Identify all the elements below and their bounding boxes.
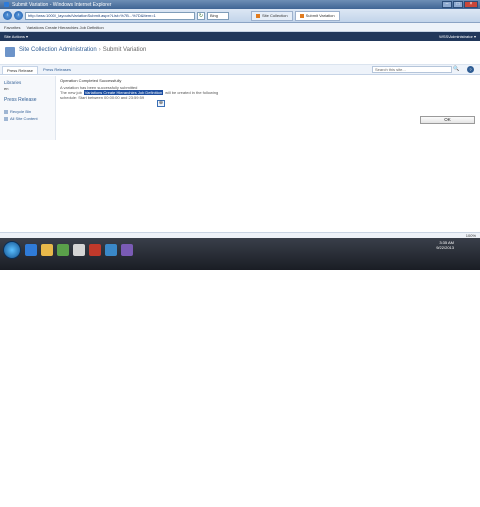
favorites-bar: Favorites Variations Create Hierarchies … xyxy=(0,23,480,32)
quick-launch-section[interactable]: Press Release xyxy=(4,97,51,103)
sharepoint-ribbon-bar: Site Actions ▾ WSS\Administrator ▾ xyxy=(0,32,480,41)
browser-toolbar: ‹ › http://wss:1000/_layouts/VariationSu… xyxy=(0,9,480,23)
start-button[interactable] xyxy=(3,241,21,259)
maximize-button[interactable]: □ xyxy=(453,1,463,8)
context-action-icon[interactable]: ⊕ xyxy=(157,100,165,107)
site-search-input[interactable]: Search this site... xyxy=(372,66,452,73)
breadcrumb-current: Submit Variation xyxy=(102,47,147,53)
main-content: Operation Completed Successfully A varia… xyxy=(60,78,220,118)
all-site-content-link[interactable]: All Site Content xyxy=(4,116,51,121)
site-logo-icon xyxy=(5,47,15,57)
explorer-icon[interactable] xyxy=(41,244,53,256)
tab-icon xyxy=(299,13,304,18)
app-icon[interactable] xyxy=(57,244,69,256)
app-icon[interactable] xyxy=(73,244,85,256)
window-title: Submit Variation - Windows Internet Expl… xyxy=(12,1,112,8)
page-title: Site Collection Administration › Submit … xyxy=(19,47,146,53)
system-tray-clock[interactable]: 3:35 AM 9/22/2013 xyxy=(436,240,454,250)
refresh-icon[interactable]: ↻ xyxy=(197,11,205,20)
close-button[interactable]: × xyxy=(464,1,478,8)
taskbar: 3:35 AM 9/22/2013 By ikiswani@live.com xyxy=(0,238,480,507)
top-nav: Press Release Press Releases Search this… xyxy=(0,65,480,75)
quick-launch-heading[interactable]: Libraries xyxy=(4,80,51,85)
sharepoint-header: Site Collection Administration › Submit … xyxy=(0,41,480,65)
address-bar[interactable]: http://wss:1000/_layouts/VariationSubmit… xyxy=(25,11,195,20)
ie-taskbar-icon[interactable] xyxy=(25,244,37,256)
recycle-bin-icon xyxy=(4,109,8,114)
quick-launch: Libraries en Press Release Recycle Bin A… xyxy=(0,76,56,140)
watermark-text: By ikiswani@live.com xyxy=(130,483,372,507)
app-icon[interactable] xyxy=(89,244,101,256)
result-line-3: schedule: Start between 00:00:00 and 23:… xyxy=(60,95,145,100)
help-icon[interactable]: ? xyxy=(467,66,474,73)
browser-tab-site-collection[interactable]: Site Collection xyxy=(251,10,293,21)
search-icon[interactable]: 🔍 xyxy=(453,66,459,73)
breadcrumb-root[interactable]: Site Collection Administration xyxy=(19,47,97,53)
ie-icon xyxy=(4,2,9,7)
result-title: Operation Completed Successfully xyxy=(60,78,122,83)
window-titlebar: Submit Variation - Windows Internet Expl… xyxy=(0,0,480,9)
forward-icon[interactable]: › xyxy=(14,11,23,20)
app-icon[interactable] xyxy=(105,244,117,256)
nav-tab-press-releases[interactable]: Press Releases xyxy=(39,66,75,74)
quick-launch-item[interactable]: en xyxy=(4,86,51,91)
app-icon[interactable] xyxy=(121,244,133,256)
ok-button[interactable]: OK xyxy=(420,116,475,124)
browser-tab-submit-variation[interactable]: Submit Variation xyxy=(294,10,340,21)
back-icon[interactable]: ‹ xyxy=(3,11,12,20)
recycle-bin-link[interactable]: Recycle Bin xyxy=(4,109,51,114)
minimize-button[interactable]: – xyxy=(442,1,452,8)
favorites-button[interactable]: Favorites xyxy=(4,25,20,30)
site-content-icon xyxy=(4,116,8,121)
site-actions-menu[interactable]: Site Actions ▾ xyxy=(4,34,28,39)
favorite-link[interactable]: Variations Create Hierarchies Job Defini… xyxy=(26,25,103,30)
tab-icon xyxy=(256,13,260,18)
breadcrumb-separator: › xyxy=(98,47,101,53)
nav-tab-press-release[interactable]: Press Release xyxy=(2,66,39,74)
browser-search-input[interactable]: Bing xyxy=(207,11,229,20)
user-menu[interactable]: WSS\Administrator ▾ xyxy=(439,34,476,39)
